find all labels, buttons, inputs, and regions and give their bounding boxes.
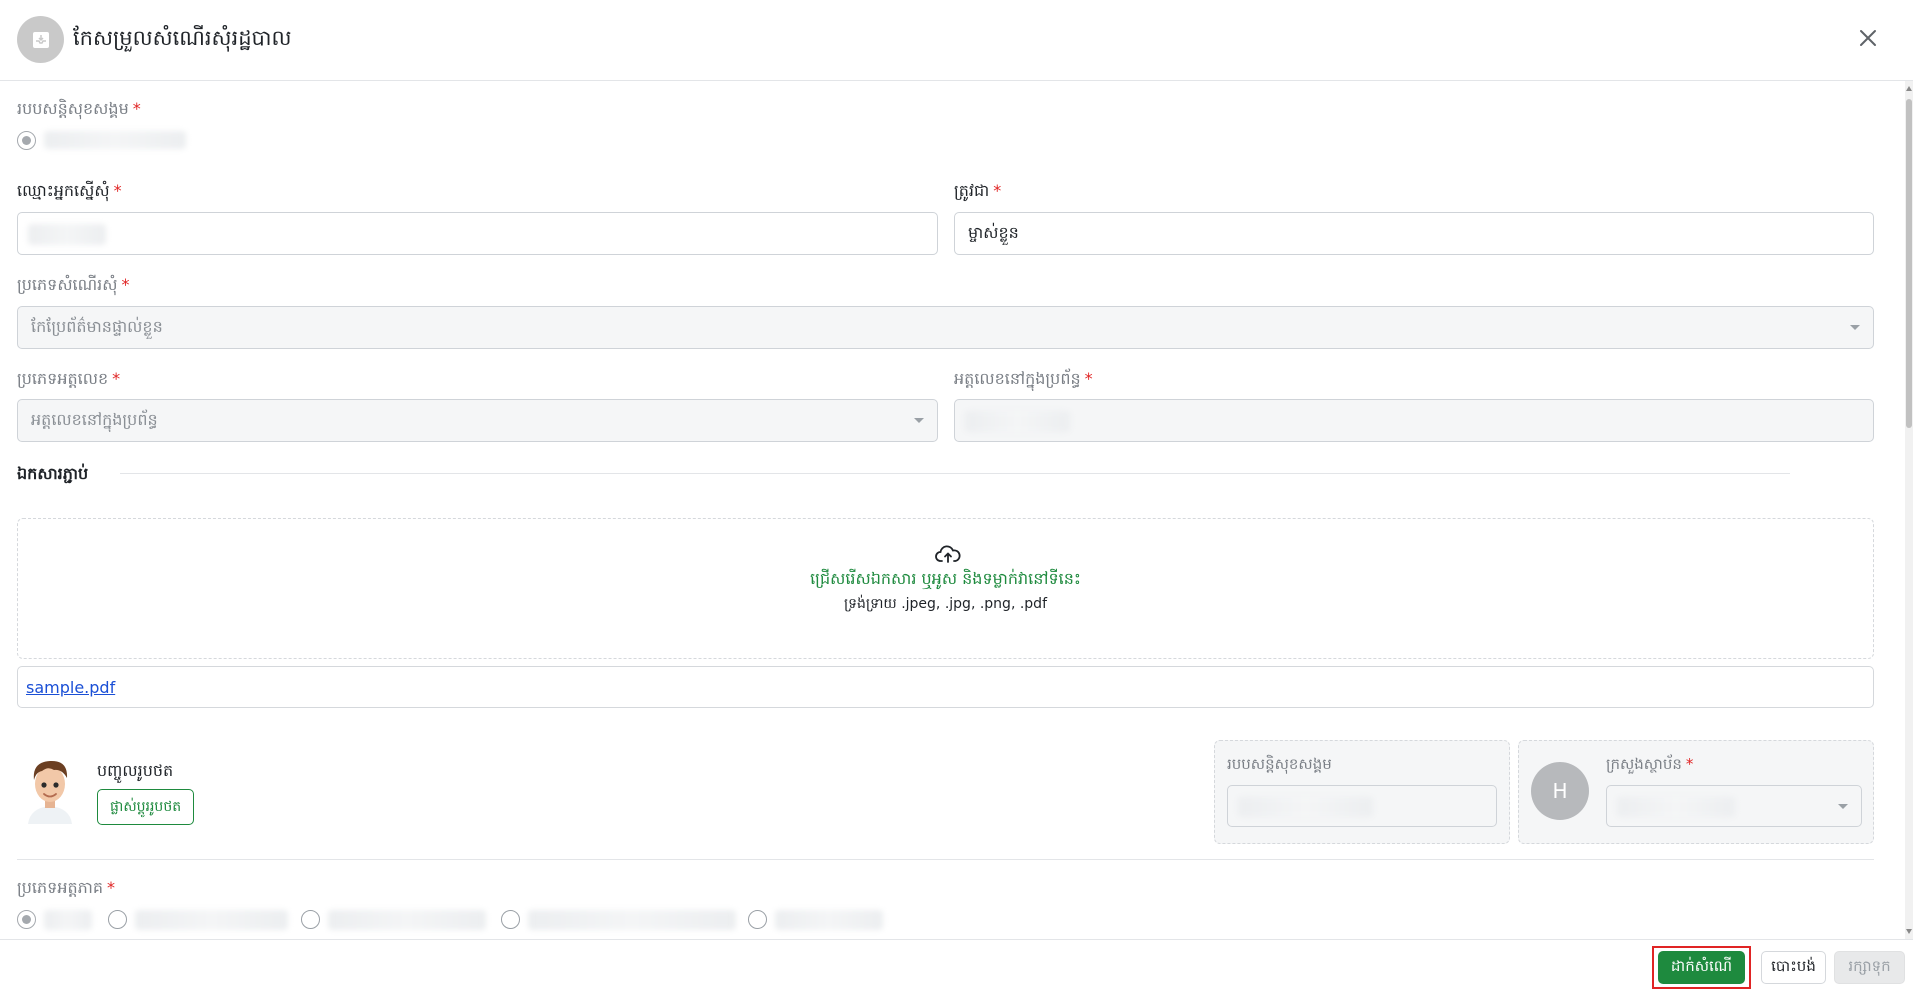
form-body: របបសន្តិសុខសង្គម * ឈ្មោះអ្នកស្នើសុំ * ត្រូ… [0,81,1905,939]
card-regime-label: របបសន្តិសុខសង្គម [1227,755,1332,773]
scrollbar-thumb[interactable] [1906,99,1912,428]
dropzone-text: ជ្រើសរើសឯកសារ ឬអូស និងទម្លាក់វានៅទីនេះ [810,569,1081,588]
cancel-button[interactable]: បោះបង់ [1761,951,1826,984]
request-type-label: ប្រភេទសំណើរសុំ * [17,275,130,294]
photo-label: បញ្ចូលរូបថត [97,761,174,780]
payer-type-label: ប្រភេទអត្តភាគ * [17,878,116,897]
applicant-label: ឈ្មោះអ្នកស្នើសុំ * [17,181,122,200]
close-icon[interactable] [1856,26,1880,50]
payer-type-option-1-redacted [44,910,92,930]
regime-option-redacted [44,131,186,149]
payer-type-radio-2[interactable] [108,910,127,929]
system-id-value-redacted [965,411,1070,432]
chevron-down-icon [1850,325,1860,330]
payer-type-option-3-redacted [328,910,486,930]
id-type-label: ប្រភេទអត្តលេខ * [17,369,121,388]
user-photo [24,756,76,824]
ministry-avatar: H [1531,762,1589,820]
system-id-input[interactable] [954,399,1874,442]
modal-title: កែសម្រួលសំណើរសុំរដ្ឋបាល [73,26,292,50]
scroll-up-icon[interactable] [1906,86,1912,91]
attached-file-link[interactable]: sample.pdf [26,678,115,697]
payer-type-option-5-redacted [775,910,883,930]
ministry-select[interactable] [1606,785,1862,827]
payer-type-radio-1[interactable] [17,910,36,929]
regime-radio[interactable] [17,131,36,150]
ministry-value-redacted [1617,797,1735,817]
dropzone-formats: ទ្រង់ទ្រាយ .jpeg, .jpg, .png, .pdf [843,596,1047,612]
cloud-upload-icon [935,544,961,564]
relation-label: ត្រូវជា * [954,181,1002,200]
payer-type-radio-4[interactable] [501,910,520,929]
attached-file-row: sample.pdf [17,666,1874,708]
system-id-label: អត្តលេខនៅក្នុងប្រព័ន្ធ * [954,369,1093,388]
scroll-down-icon[interactable] [1906,929,1912,934]
card-regime-value-redacted [1238,797,1373,817]
payer-type-radio-5[interactable] [748,910,767,929]
ministry-label: ក្រសួងស្ថាប័ន * [1606,755,1694,773]
relation-input[interactable]: ម្ចាស់ខ្លួន [954,212,1874,255]
payer-type-option-4-redacted [528,910,736,930]
file-dropzone[interactable]: ជ្រើសរើសឯកសារ ឬអូស និងទម្លាក់វានៅទីនេះ ទ… [17,518,1874,659]
content-divider [17,859,1874,860]
ministry-card: H ក្រសួងស្ថាប័ន * [1518,740,1874,844]
payer-type-option-2-redacted [135,910,288,930]
submit-button[interactable]: ដាក់សំណើ [1658,951,1745,984]
chevron-down-icon [1838,804,1848,809]
applicant-input[interactable] [17,212,938,255]
regime-card: របបសន្តិសុខសង្គម [1214,740,1510,844]
applicant-value-redacted [28,224,106,245]
inbox-icon [17,16,64,63]
section-divider [120,473,1790,474]
modal-footer: ដាក់សំណើ បោះបង់ រក្សាទុក [0,939,1913,990]
card-regime-input[interactable] [1227,785,1497,827]
regime-label: របបសន្តិសុខសង្គម * [17,99,141,118]
modal-header: កែសម្រួលសំណើរសុំរដ្ឋបាល [0,0,1913,81]
change-photo-button[interactable]: ផ្លាស់ប្ដូររូបថត [97,789,195,825]
attachments-title: ឯកសារភ្ជាប់ [17,464,89,483]
request-type-select[interactable]: កែប្រែព័ត៌មានផ្ទាល់ខ្លួន [17,306,1874,349]
vertical-scrollbar[interactable] [1905,81,1913,939]
payer-type-radio-3[interactable] [301,910,320,929]
relation-value: ម្ចាស់ខ្លួន [968,222,1019,242]
save-button[interactable]: រក្សាទុក [1834,951,1905,984]
request-type-value: កែប្រែព័ត៌មានផ្ទាល់ខ្លួន [31,316,163,336]
chevron-down-icon [914,418,924,423]
id-type-select[interactable]: អត្តលេខនៅក្នុងប្រព័ន្ធ [17,399,938,442]
id-type-value: អត្តលេខនៅក្នុងប្រព័ន្ធ [31,409,158,429]
